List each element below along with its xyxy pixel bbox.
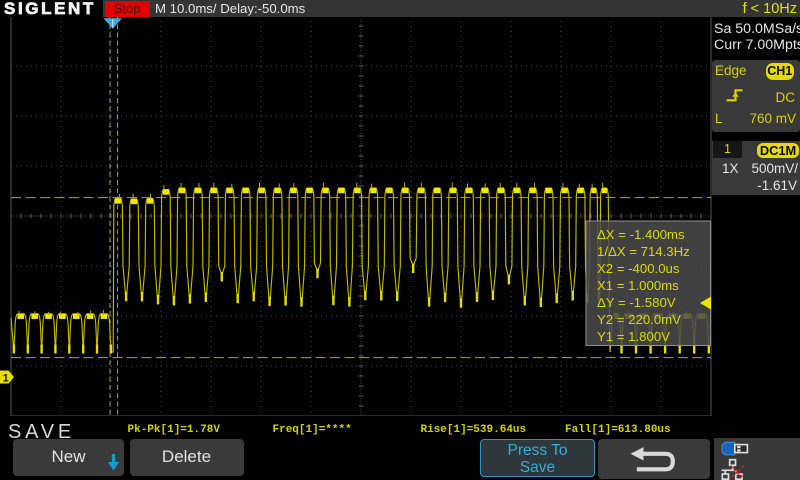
svg-text:ΔY = -1.580V: ΔY = -1.580V bbox=[597, 295, 676, 310]
svg-text:Y1 = 1.800V: Y1 = 1.800V bbox=[597, 329, 670, 344]
svg-text:X1 = 1.000ms: X1 = 1.000ms bbox=[597, 278, 679, 293]
svg-text:ΔX = -1.400ms: ΔX = -1.400ms bbox=[597, 227, 685, 242]
svg-text:1: 1 bbox=[3, 372, 9, 384]
svg-text:Y2 = 220.0mV: Y2 = 220.0mV bbox=[597, 312, 681, 327]
svg-text:X2 = -400.0us: X2 = -400.0us bbox=[597, 261, 680, 276]
svg-text:1/ΔX = 714.3Hz: 1/ΔX = 714.3Hz bbox=[597, 244, 690, 259]
